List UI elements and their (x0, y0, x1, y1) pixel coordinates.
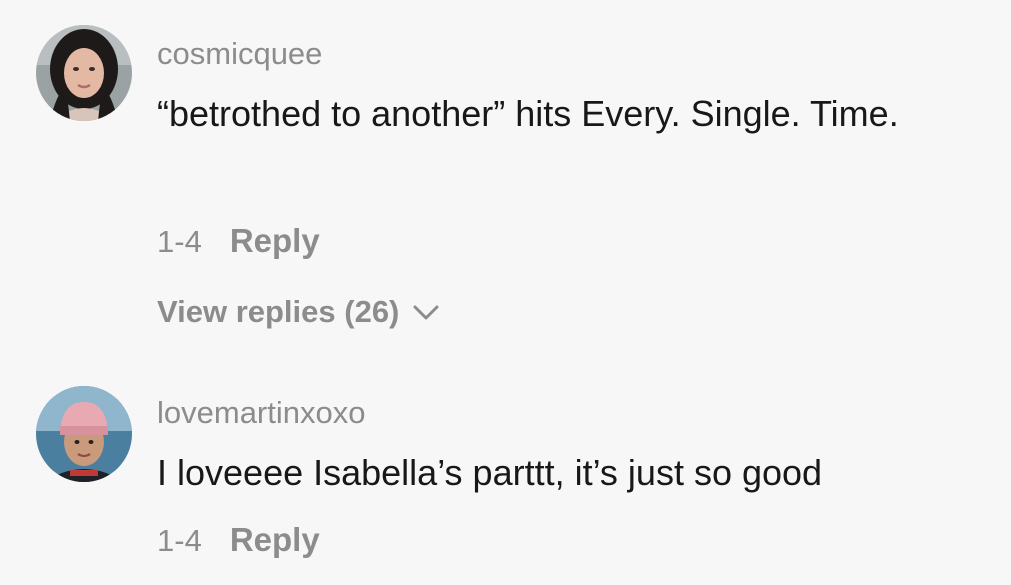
reply-button[interactable]: Reply (230, 521, 320, 559)
avatar[interactable] (36, 25, 132, 121)
view-replies-button[interactable]: View replies (26) (157, 294, 441, 330)
view-replies-label: View replies (26) (157, 294, 400, 329)
comment-username[interactable]: lovemartinxoxo (157, 395, 365, 431)
chevron-down-icon (411, 294, 441, 330)
comment-meta: 1-4 Reply (157, 222, 320, 260)
avatar-woman-icon (36, 25, 132, 121)
comment-date: 1-4 (157, 523, 202, 558)
comment-meta: 1-4 Reply (157, 521, 320, 559)
comment-date: 1-4 (157, 224, 202, 259)
avatar[interactable] (36, 386, 132, 482)
comment-text: I loveeee Isabella’s parttt, it’s just s… (157, 452, 823, 493)
reply-button[interactable]: Reply (230, 222, 320, 260)
avatar-person-icon (36, 386, 132, 482)
comment-text: “betrothed to another” hits Every. Singl… (157, 93, 899, 134)
comment-username[interactable]: cosmicquee (157, 36, 322, 72)
